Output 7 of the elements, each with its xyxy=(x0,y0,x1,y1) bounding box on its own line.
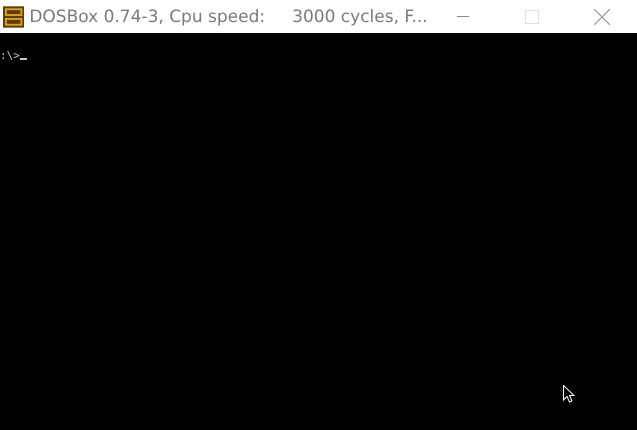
command-prompt: :\> xyxy=(0,49,20,62)
minimize-icon xyxy=(456,16,469,18)
maximize-icon xyxy=(525,10,540,24)
close-icon xyxy=(594,8,610,24)
window-title: DOSBox 0.74-3, Cpu speed: 3000 cycles, F... xyxy=(29,6,428,26)
app-icon xyxy=(3,6,24,28)
mouse-pointer-icon xyxy=(563,385,575,403)
